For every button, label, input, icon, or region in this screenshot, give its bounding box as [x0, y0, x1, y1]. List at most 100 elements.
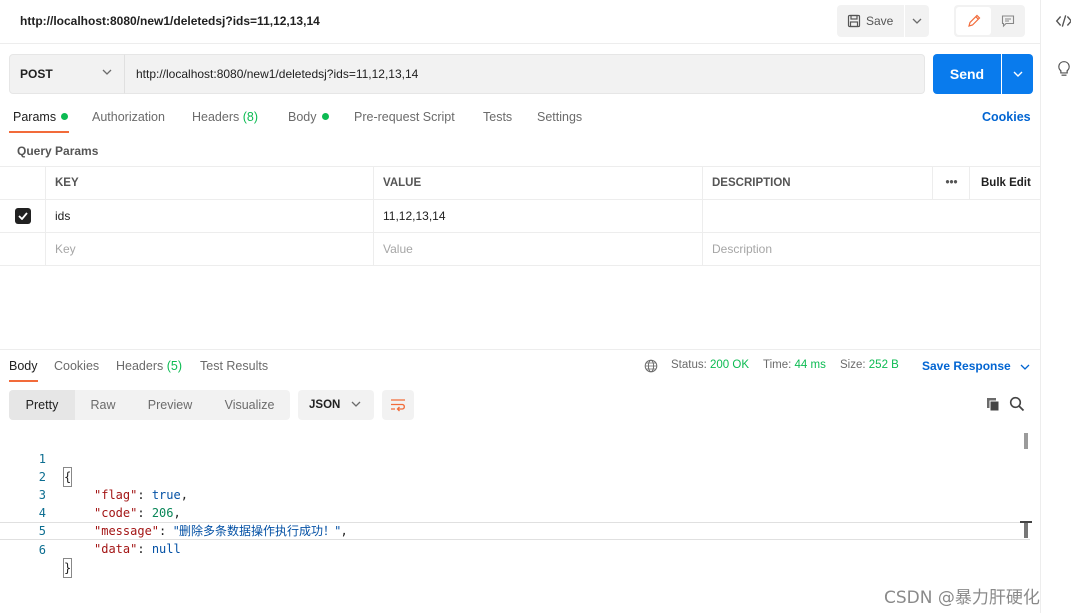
watermark: CSDN @暴力肝硬化	[884, 588, 1040, 608]
code-line-current: 6 }	[0, 522, 1030, 578]
chevron-down-icon	[1013, 71, 1022, 77]
format-select[interactable]: JSON	[298, 390, 374, 420]
size-readout: Size: 252 B	[840, 359, 899, 371]
pencil-icon	[967, 14, 980, 27]
new-key-input[interactable]: Key	[45, 233, 374, 265]
tab-label: Body	[288, 110, 317, 124]
code-icon[interactable]	[1055, 12, 1071, 30]
tab-tests[interactable]: Tests	[483, 110, 512, 124]
request-title-bar: http://localhost:8080/new1/deletedsj?ids…	[0, 0, 1041, 44]
json-value: null	[151, 542, 181, 556]
response-body-code[interactable]: 1 { 2 "flag": true, 3 "code": 206, 4 "me…	[0, 432, 1030, 578]
tab-authorization[interactable]: Authorization	[92, 110, 165, 124]
tab-settings[interactable]: Settings	[537, 110, 582, 124]
param-checkbox[interactable]	[15, 208, 31, 224]
more-options-button[interactable]: •••	[932, 167, 970, 199]
postman-main-pane: http://localhost:8080/new1/deletedsj?ids…	[0, 0, 1041, 613]
save-button-label: Save	[866, 14, 894, 28]
size-label: Size:	[840, 359, 866, 371]
resp-tab-body[interactable]: Body	[9, 359, 38, 373]
chevron-down-icon	[912, 18, 922, 24]
header-key: KEY	[45, 167, 374, 199]
code-line: 5 "data": null	[0, 504, 1030, 556]
chevron-down-icon	[351, 401, 361, 407]
tab-count: (8)	[242, 110, 259, 124]
param-key-cell[interactable]: ids	[45, 200, 374, 232]
tab-params[interactable]: Params	[13, 110, 69, 124]
response-view-modes: Pretty Raw Preview Visualize	[9, 390, 290, 420]
param-description-cell[interactable]	[702, 200, 1041, 232]
tab-label: Pre-request Script	[354, 110, 455, 124]
resp-tab-test-results[interactable]: Test Results	[200, 359, 268, 373]
copy-icon[interactable]	[985, 396, 1001, 412]
response-divider[interactable]	[0, 349, 1041, 350]
save-response-button[interactable]: Save Response	[922, 359, 1030, 373]
save-dropdown-button[interactable]	[905, 5, 929, 37]
comments-mode-button[interactable]	[992, 7, 1023, 35]
right-sidebar	[1041, 0, 1071, 613]
tab-pre-request-script[interactable]: Pre-request Script	[354, 110, 455, 124]
edit-mode-button[interactable]	[956, 7, 991, 35]
code-line: 1 {	[0, 432, 1030, 487]
view-mode-toggle	[954, 5, 1025, 37]
new-value-input[interactable]: Value	[373, 233, 703, 265]
table-row: ids 11,12,13,14	[0, 200, 1041, 233]
header-check-cell	[0, 167, 46, 199]
active-tab-underline	[9, 380, 38, 382]
header-value: VALUE	[373, 167, 703, 199]
request-title[interactable]: http://localhost:8080/new1/deletedsj?ids…	[20, 14, 320, 28]
resp-tab-headers[interactable]: Headers (5)	[116, 359, 182, 373]
search-icon[interactable]	[1009, 396, 1025, 412]
tab-label: Params	[13, 110, 57, 124]
new-description-input[interactable]: Description	[702, 233, 1041, 265]
query-params-table: KEY VALUE DESCRIPTION ••• Bulk Edit ids …	[0, 166, 1041, 266]
table-row-empty: Key Value Description	[0, 233, 1041, 266]
lightbulb-icon[interactable]	[1055, 60, 1071, 78]
resp-tab-cookies[interactable]: Cookies	[54, 359, 99, 373]
scrollbar-thumb[interactable]	[1024, 433, 1028, 449]
tab-label: Headers	[116, 359, 164, 373]
checkmark-icon	[18, 212, 28, 220]
code-text: }	[62, 558, 73, 578]
wrap-lines-icon	[391, 399, 405, 412]
active-tab-underline	[9, 131, 69, 133]
send-button[interactable]: Send	[933, 54, 1001, 94]
line-number: 6	[38, 543, 46, 557]
send-dropdown-button[interactable]	[1002, 54, 1033, 94]
save-icon	[847, 14, 861, 28]
active-indicator-dot	[321, 113, 329, 120]
code-line: 2 "flag": true,	[0, 450, 1030, 502]
view-pretty-button[interactable]: Pretty	[9, 390, 75, 420]
tab-headers[interactable]: Headers (8)	[192, 110, 258, 124]
save-response-label: Save Response	[922, 359, 1011, 373]
wrap-lines-button[interactable]	[382, 390, 414, 420]
response-tabs: Body Cookies Headers (5) Test Results St…	[0, 356, 1041, 382]
code-line: 4 "message": "删除多条数据操作执行成功！",	[0, 486, 1030, 538]
format-label: JSON	[309, 399, 341, 411]
row-check-cell	[0, 200, 46, 232]
tab-count: (5)	[166, 359, 183, 373]
time-label: Time:	[763, 359, 792, 371]
globe-icon[interactable]	[644, 359, 658, 373]
status-label: Status:	[671, 359, 707, 371]
param-value-cell[interactable]: 11,12,13,14	[373, 200, 703, 232]
save-button[interactable]: Save	[837, 5, 904, 37]
size-value: 252 B	[868, 359, 899, 371]
view-visualize-button[interactable]: Visualize	[209, 390, 290, 420]
tab-body[interactable]: Body	[288, 110, 329, 124]
header-description: DESCRIPTION	[702, 167, 933, 199]
method-select[interactable]: POST	[9, 54, 125, 94]
active-indicator-dot	[61, 113, 69, 120]
url-input[interactable]	[124, 54, 925, 94]
status-readout: Status: 200 OK	[671, 359, 749, 371]
tab-label: Headers	[192, 110, 240, 124]
tab-label: Authorization	[92, 110, 165, 124]
view-raw-button[interactable]: Raw	[75, 390, 131, 420]
cookies-link[interactable]: Cookies	[982, 110, 1031, 124]
bulk-edit-button[interactable]: Bulk Edit	[969, 167, 1041, 199]
scrollbar-marker[interactable]	[1024, 522, 1028, 538]
code-line: 3 "code": 206,	[0, 468, 1030, 520]
tab-label: Settings	[537, 110, 583, 124]
row-check-cell	[0, 233, 46, 265]
view-preview-button[interactable]: Preview	[131, 390, 209, 420]
